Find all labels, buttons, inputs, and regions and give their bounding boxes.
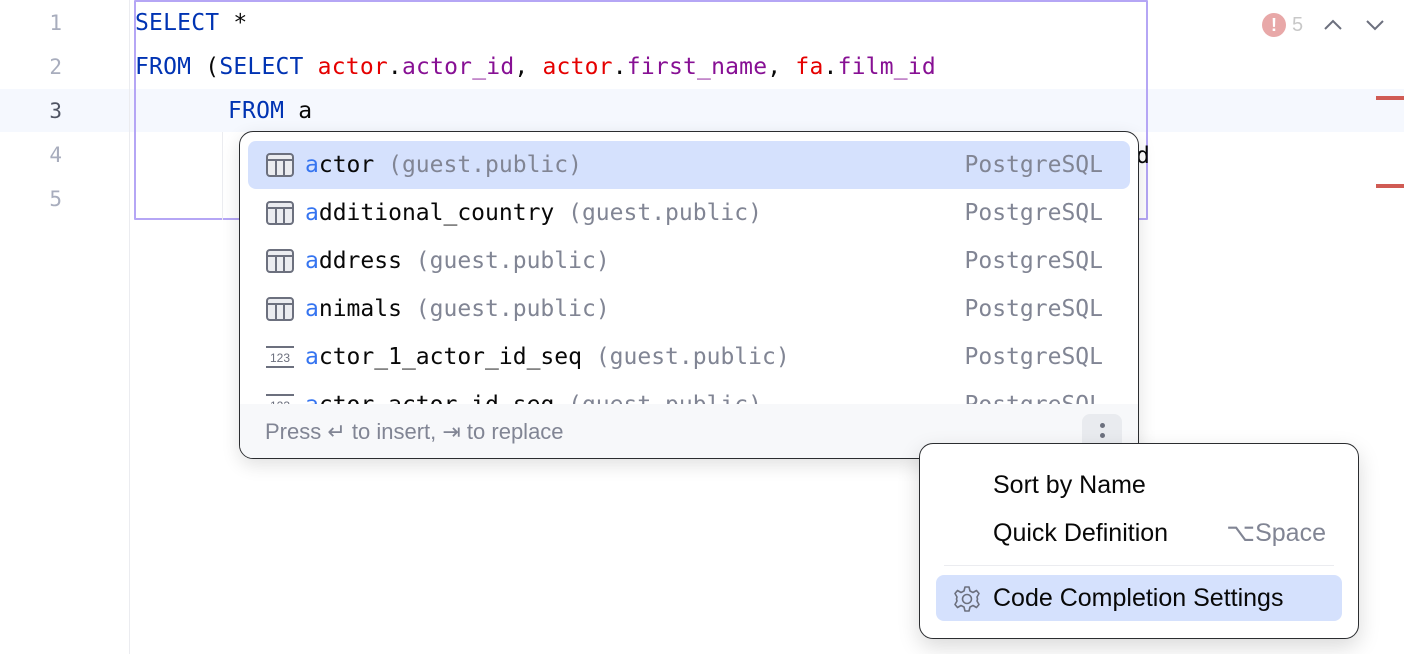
code-line-3[interactable]: FROM a <box>228 89 312 133</box>
menu-item-shortcut: ⌥Space <box>1226 519 1326 547</box>
chevron-up-icon[interactable] <box>1321 13 1345 37</box>
line-number: 2 <box>49 55 62 79</box>
keyword: FROM <box>228 98 285 124</box>
completion-item[interactable]: 123 actor_1_actor_id_seq (guest.public) … <box>248 333 1130 381</box>
line-number-current: 3 <box>49 99 62 123</box>
gear-icon <box>954 586 980 612</box>
completion-item-source: PostgreSQL <box>964 296 1103 322</box>
sequence-icon: 123 <box>266 346 294 368</box>
completion-item-name: actor_1_actor_id_seq (guest.public) <box>305 344 790 370</box>
completion-item-source: PostgreSQL <box>964 152 1103 178</box>
sequence-icon: 123 <box>266 394 294 404</box>
table-ref: actor <box>542 54 613 80</box>
completion-item[interactable]: animals (guest.public) PostgreSQL <box>248 285 1130 333</box>
menu-item-label: Sort by Name <box>993 471 1146 499</box>
completion-item-name: actor (guest.public) <box>305 152 582 178</box>
menu-separator <box>944 565 1334 566</box>
indent-guide <box>222 132 223 220</box>
menu-item-quick-definition[interactable]: Quick Definition ⌥Space <box>936 510 1342 556</box>
table-icon <box>266 201 294 225</box>
keyword: SELECT <box>219 54 304 80</box>
inspection-widget[interactable]: ! 5 <box>1262 10 1387 40</box>
completion-item-name: actor_actor_id_seq (guest.public) <box>305 392 762 404</box>
svg-text:123: 123 <box>270 351 290 365</box>
table-icon <box>266 297 294 321</box>
chevron-down-icon[interactable] <box>1363 13 1387 37</box>
table-ref: fa <box>795 54 824 80</box>
code-text: * <box>219 10 248 36</box>
error-stripe-marker[interactable] <box>1376 96 1404 100</box>
menu-item-label: Code Completion Settings <box>993 584 1284 612</box>
code-text: ( <box>191 54 220 80</box>
completion-item[interactable]: actor (guest.public) PostgreSQL <box>248 141 1130 189</box>
line-number: 1 <box>49 11 62 35</box>
completion-popup: actor (guest.public) PostgreSQL addition… <box>239 131 1139 459</box>
column-ref: actor_id <box>401 54 515 80</box>
completion-item-source: PostgreSQL <box>964 344 1103 370</box>
keyword: FROM <box>135 54 192 80</box>
completion-item-source: PostgreSQL <box>965 392 1103 404</box>
menu-item-sort-by-name[interactable]: Sort by Name <box>936 462 1342 508</box>
table-icon <box>266 249 294 273</box>
column-ref: film_id <box>837 54 936 80</box>
code-line-2[interactable]: FROM (SELECT actor.actor_id, actor.first… <box>135 45 936 89</box>
error-stripe-marker[interactable] <box>1376 184 1404 188</box>
typed-text: a <box>284 98 313 124</box>
completion-item-name: additional_country (guest.public) <box>305 200 762 226</box>
gutter-divider <box>129 0 130 654</box>
completion-hint: Press ↵ to insert, ⇥ to replace <box>265 419 564 444</box>
completion-item[interactable]: 123 actor_actor_id_seq (guest.public) Po… <box>248 381 1130 404</box>
completion-list: actor (guest.public) PostgreSQL addition… <box>240 132 1138 404</box>
menu-item-code-completion-settings[interactable]: Code Completion Settings <box>936 575 1342 621</box>
keyword: SELECT <box>135 10 220 36</box>
line-number: 5 <box>49 187 62 211</box>
completion-item-source: PostgreSQL <box>964 200 1103 226</box>
menu-item-label: Quick Definition <box>993 519 1169 547</box>
completion-item-source: PostgreSQL <box>964 248 1103 274</box>
line-number: 4 <box>49 143 62 167</box>
completion-item[interactable]: address (guest.public) PostgreSQL <box>248 237 1130 285</box>
column-ref: first_name <box>626 54 768 80</box>
table-icon <box>266 153 294 177</box>
completion-options-menu: Sort by Name Quick Definition ⌥Space Cod… <box>919 443 1359 639</box>
error-count: 5 <box>1292 13 1304 36</box>
table-ref: actor <box>317 54 388 80</box>
code-line-1[interactable]: SELECT * <box>135 1 247 45</box>
completion-item[interactable]: additional_country (guest.public) Postgr… <box>248 189 1130 237</box>
error-icon[interactable]: ! <box>1262 13 1286 37</box>
completion-item-name: animals (guest.public) <box>305 296 610 322</box>
completion-item-name: address (guest.public) <box>305 248 610 274</box>
